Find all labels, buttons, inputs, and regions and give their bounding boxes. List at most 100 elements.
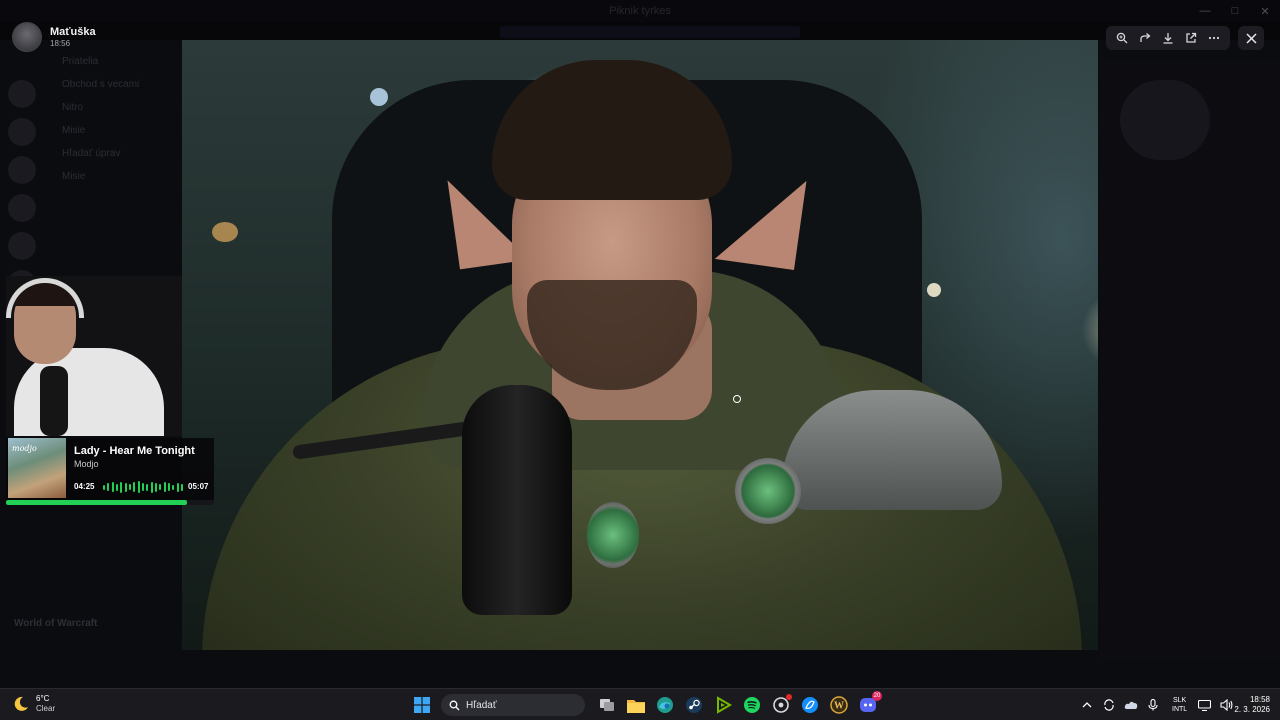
track-artist: Modjo <box>74 459 99 469</box>
discord-icon[interactable]: 20 <box>856 691 882 717</box>
spotify-icon[interactable] <box>740 693 764 717</box>
sidebar-item[interactable]: Priatelia <box>50 50 180 73</box>
album-art-logo: modjo <box>12 444 37 453</box>
microphone-icon[interactable] <box>1144 696 1162 714</box>
input-language[interactable]: SLK INTL <box>1172 696 1187 714</box>
brooch-gem <box>587 502 639 568</box>
visualizer-bar <box>120 481 123 493</box>
nvidia-geforce-icon[interactable] <box>711 693 735 717</box>
sync-icon[interactable] <box>1100 696 1118 714</box>
visualizer-bar <box>146 483 149 491</box>
steam-icon[interactable] <box>682 693 706 717</box>
notification-badge: 20 <box>872 691 882 701</box>
visualizer-bar <box>141 483 144 491</box>
sidebar-item[interactable]: Misie <box>50 165 180 188</box>
visualizer-bar <box>115 483 118 491</box>
onedrive-icon[interactable] <box>1122 696 1140 714</box>
clock-date: 2. 3. 2026 <box>1234 705 1270 714</box>
moon-icon <box>14 696 28 711</box>
forward-icon[interactable] <box>1135 28 1155 48</box>
taskbar-clock[interactable]: 18:58 2. 3. 2026 <box>1226 695 1270 715</box>
more-icon[interactable] <box>1204 28 1224 48</box>
visualizer-bar <box>124 482 127 492</box>
notification-dot <box>786 694 792 700</box>
weather-temperature: 6°C <box>36 694 50 703</box>
windows-start-icon[interactable] <box>410 693 434 717</box>
visualizer-bar <box>180 483 183 491</box>
system-tray: SLK INTL <box>1078 695 1239 715</box>
bokeh-light <box>212 222 238 242</box>
visualizer-bar <box>103 484 105 490</box>
message-author: Maťuška 18:56 <box>12 22 96 52</box>
microphone <box>462 385 572 615</box>
bokeh-light <box>927 283 941 297</box>
chevron-up-icon[interactable] <box>1078 696 1096 714</box>
sidebar-item[interactable]: Hľadať úprav <box>50 142 180 165</box>
file-explorer-icon[interactable] <box>624 693 648 717</box>
world-of-warcraft-icon[interactable]: W <box>827 693 851 717</box>
track-progress-bar <box>6 500 214 505</box>
shoulder-gem <box>735 458 801 524</box>
track-total-time: 05:07 <box>188 482 209 491</box>
now-playing-widget: modjo Lady - Hear Me Tonight Modjo 04:25… <box>6 438 214 500</box>
search-icon <box>449 700 460 710</box>
weather-condition: Clear <box>36 704 56 713</box>
server-icon[interactable] <box>8 80 36 108</box>
track-current-time: 04:25 <box>74 482 95 491</box>
track-title: Lady - Hear Me Tonight <box>74 445 195 457</box>
search-placeholder: Hľadať <box>466 699 497 711</box>
weather-widget[interactable]: 6°C Clear <box>12 694 55 714</box>
visualizer-bar <box>133 482 136 492</box>
message-timestamp: 18:56 <box>50 39 71 48</box>
taskbar-search[interactable]: Hľadať <box>441 694 585 716</box>
viewer-topbar <box>0 0 1280 40</box>
sidebar-item[interactable]: Misie <box>50 119 180 142</box>
viewer-toolbar <box>1106 26 1230 50</box>
mouse-cursor <box>733 395 741 403</box>
screen: Piknik tyrkes — □ ✕ Priatelia Obchod s v… <box>0 0 1280 720</box>
visualizer-bar <box>111 482 114 492</box>
background-profile-banner <box>1120 80 1210 160</box>
webcam-overlay <box>6 276 182 436</box>
track-progress-fill <box>6 500 187 505</box>
network-icon[interactable] <box>1195 696 1213 714</box>
taskbar-apps: Hľadať W 20 <box>410 691 885 717</box>
album-art: modjo <box>8 438 66 498</box>
visualizer-bar <box>176 482 179 492</box>
sidebar-item[interactable]: Nitro <box>50 96 180 119</box>
viewed-image[interactable] <box>182 40 1098 650</box>
chat-app-icon[interactable] <box>769 693 793 717</box>
taskbar: 6°C Clear Hľadať W 20 SLK INTL 18:58 2. … <box>0 688 1280 720</box>
visualizer-bar <box>128 484 131 490</box>
server-icon[interactable] <box>8 118 36 146</box>
bokeh-light <box>370 88 388 106</box>
audio-visualizer <box>103 481 183 493</box>
close-icon[interactable] <box>1238 26 1264 50</box>
visualizer-bar <box>107 483 110 491</box>
keyboard-layout: INTL <box>1172 706 1188 713</box>
battle-net-icon[interactable] <box>798 693 822 717</box>
clock-time: 18:58 <box>1249 695 1270 704</box>
server-icon[interactable] <box>8 156 36 184</box>
language-code: SLK <box>1172 697 1187 704</box>
visualizer-bar <box>154 482 157 492</box>
visualizer-bar <box>167 483 170 491</box>
zoom-icon[interactable] <box>1112 28 1132 48</box>
avatar[interactable] <box>12 22 42 52</box>
visualizer-bar <box>163 482 166 492</box>
visualizer-bar <box>159 484 162 490</box>
background-sidebar: Priatelia Obchod s vecami Nitro Misie Hľ… <box>50 50 180 188</box>
visualizer-bar <box>172 484 175 490</box>
task-view-icon[interactable] <box>595 693 619 717</box>
headset <box>6 278 84 318</box>
download-icon[interactable] <box>1158 28 1178 48</box>
visualizer-bar <box>137 481 140 493</box>
author-name[interactable]: Maťuška <box>50 26 96 39</box>
edge-browser-icon[interactable] <box>653 693 677 717</box>
server-icon[interactable] <box>8 194 36 222</box>
svg-text:W: W <box>834 701 844 712</box>
open-external-icon[interactable] <box>1181 28 1201 48</box>
background-game-label: World of Warcraft <box>14 618 98 629</box>
sidebar-item[interactable]: Obchod s vecami <box>50 73 180 96</box>
server-icon[interactable] <box>8 232 36 260</box>
